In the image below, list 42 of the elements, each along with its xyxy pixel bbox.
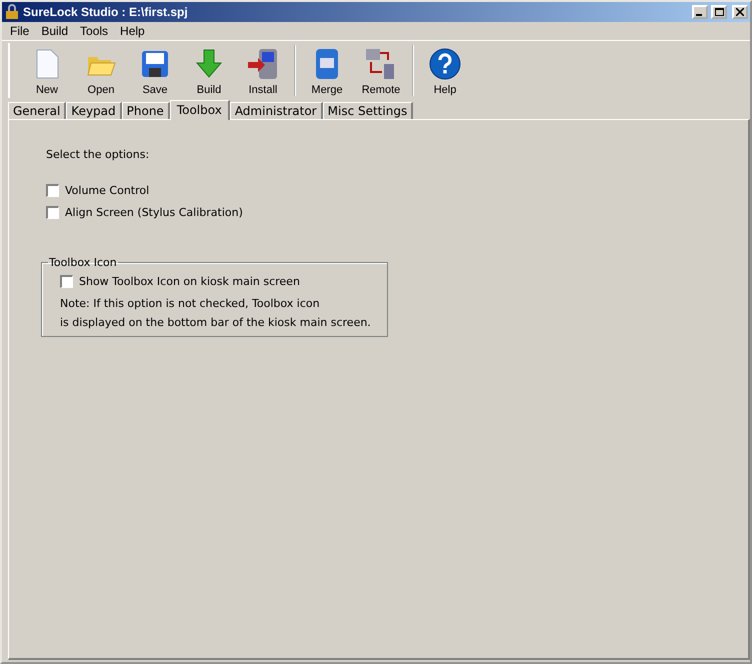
toolbar-button[interactable]: Merge [300,45,354,96]
tab[interactable]: Toolbox [170,100,230,120]
merge-icon [313,48,341,80]
remote-icon [365,48,397,80]
toolbar-button[interactable]: Build [182,45,236,96]
note-text: Note: If this option is not checked, Toolbox icon [60,297,321,310]
help-icon [429,48,461,80]
prompt-text: Select the options: [46,148,150,161]
option-label: Show Toolbox Icon on kiosk main screen [79,275,300,288]
tab[interactable]: General [8,102,66,119]
group-title: Toolbox Icon [48,256,118,269]
toolbar-button[interactable]: Open [74,45,128,96]
checkbox[interactable] [46,206,59,219]
toolbar-button[interactable]: Help [418,45,472,96]
checkbox[interactable] [60,275,73,288]
minimize-button[interactable] [692,5,708,19]
menu-item[interactable]: Build [35,24,74,38]
lock-icon [4,4,20,20]
tab[interactable]: Administrator [230,102,323,119]
tab[interactable]: Phone [122,102,170,119]
save-icon [141,48,169,80]
maximize-button[interactable] [711,5,727,19]
tab[interactable]: Misc Settings [322,102,414,119]
close-button[interactable] [732,5,748,19]
new-icon [34,48,60,80]
menu-item[interactable]: File [4,24,36,38]
window-title: SureLock Studio : E:\first.spj [23,5,189,19]
checkbox[interactable] [46,184,59,197]
option-label: Volume Control [65,184,150,197]
tab[interactable]: Keypad [66,102,122,119]
maximize-icon [714,8,724,16]
close-icon [736,8,744,16]
toolbar-button[interactable]: Install [236,45,290,96]
toolbar-button[interactable]: Remote [354,45,408,96]
option-label: Align Screen (Stylus Calibration) [65,206,243,219]
toolbar-button[interactable]: Save [128,45,182,96]
menu-item[interactable]: Tools [74,24,114,38]
toolbar-button[interactable]: New [20,45,74,96]
build-icon [195,48,223,80]
menu-item[interactable]: Help [114,24,151,38]
note-text: is displayed on the bottom bar of the kiosk main screen. [60,316,372,329]
install-icon [247,48,279,80]
